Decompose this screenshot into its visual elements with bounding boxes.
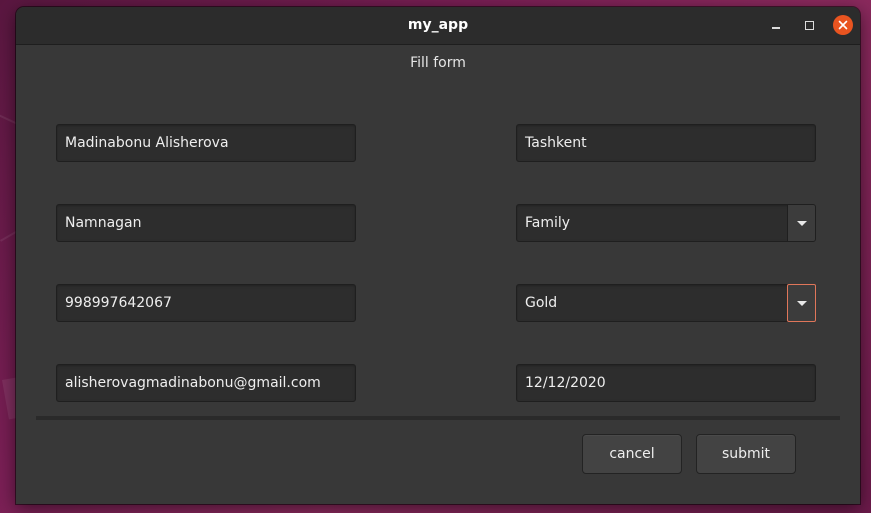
relation-select[interactable]: Family — [516, 204, 816, 242]
chevron-down-icon — [796, 300, 807, 306]
region-input[interactable]: Namnagan — [56, 204, 356, 242]
level-dropdown-button[interactable] — [787, 284, 816, 322]
maximize-icon — [804, 20, 814, 30]
minimize-button[interactable] — [766, 15, 786, 35]
phone-input[interactable]: 998997642067 — [56, 284, 356, 322]
minimize-icon — [772, 27, 780, 29]
date-input[interactable]: 12/12/2020 — [516, 364, 816, 402]
relation-dropdown-button[interactable] — [787, 205, 815, 241]
maximize-button[interactable] — [799, 15, 819, 35]
title-bar[interactable]: my_app — [16, 7, 860, 45]
email-input[interactable]: alisherovagmadinabonu@gmail.com — [56, 364, 356, 402]
relation-select-value: Family — [525, 215, 571, 231]
level-select-value: Gold — [525, 295, 558, 311]
city-input[interactable]: Tashkent — [516, 124, 816, 162]
name-input[interactable]: Madinabonu Alisherova — [56, 124, 356, 162]
chevron-down-icon — [796, 220, 807, 226]
window-title: my_app — [407, 17, 469, 33]
form-heading: Fill form — [410, 55, 466, 71]
close-button[interactable] — [833, 15, 853, 35]
app-window: my_app Fill form Madinabonu Alisherova T… — [16, 7, 860, 504]
close-icon — [838, 20, 848, 30]
separator — [36, 416, 840, 420]
level-select[interactable]: Gold — [516, 284, 816, 322]
submit-button[interactable]: submit — [696, 434, 796, 474]
cancel-button[interactable]: cancel — [582, 434, 682, 474]
